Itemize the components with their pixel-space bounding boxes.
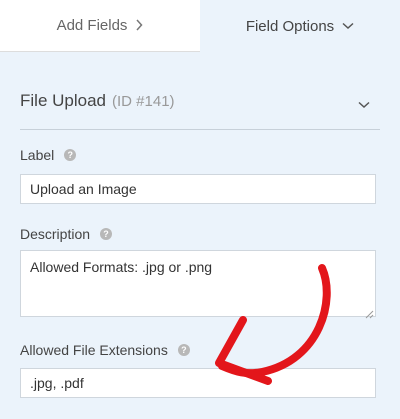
tab-add-fields[interactable]: Add Fields	[0, 0, 200, 52]
field-options-header[interactable]: File Upload (ID #141)	[20, 91, 380, 111]
field-title: File Upload	[20, 91, 106, 110]
chevron-down-icon	[342, 22, 354, 30]
help-icon[interactable]: ?	[64, 149, 77, 161]
help-icon[interactable]: ?	[100, 228, 113, 240]
label-field-label-text: Label	[20, 147, 55, 163]
tab-add-fields-label: Add Fields	[56, 17, 128, 34]
resize-grip-icon[interactable]	[365, 306, 374, 324]
tab-field-options[interactable]: Field Options	[200, 0, 400, 52]
description-textarea[interactable]: Allowed Formats: .jpg or .png	[20, 250, 376, 317]
description-field-label: Description ?	[20, 226, 113, 242]
extensions-field-label-text: Allowed File Extensions	[20, 342, 168, 358]
section-divider	[20, 129, 380, 130]
tab-bar: Add Fields Field Options	[0, 0, 400, 52]
collapse-chevron-icon[interactable]	[358, 96, 370, 114]
label-input[interactable]	[20, 174, 376, 204]
help-icon[interactable]: ?	[177, 344, 190, 356]
field-id: (ID #141)	[112, 92, 175, 110]
tab-field-options-label: Field Options	[245, 17, 335, 35]
description-field-label-text: Description	[20, 226, 91, 242]
chevron-right-icon	[135, 18, 143, 34]
label-field-label: Label ?	[20, 147, 77, 163]
extensions-field-label: Allowed File Extensions ?	[20, 342, 190, 358]
extensions-input[interactable]	[20, 368, 376, 398]
